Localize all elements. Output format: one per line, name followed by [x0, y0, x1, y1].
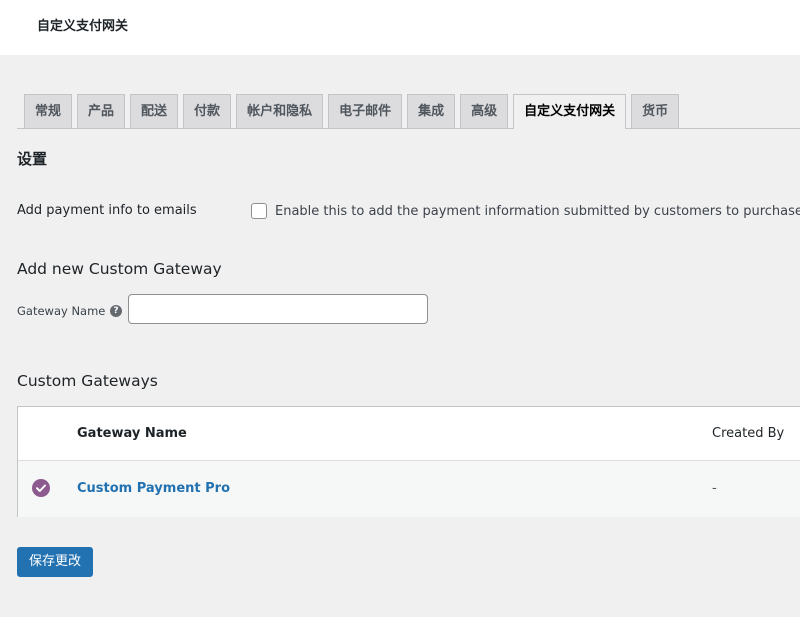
created-by-value: - [712, 481, 717, 496]
tab-currency[interactable]: 货币 [631, 94, 680, 128]
email-option-description: Enable this to add the payment informati… [275, 204, 800, 219]
custom-gateways-heading: Custom Gateways [17, 372, 158, 390]
check-circle-icon [32, 479, 50, 497]
save-button[interactable]: 保存更改 [17, 547, 94, 577]
gateway-name-label: Gateway Name [17, 304, 106, 318]
tab-custom-gateways[interactable]: 自定义支付网关 [513, 94, 627, 129]
email-option-label: Add payment info to emails [17, 203, 197, 218]
question-circle-icon[interactable]: ? [110, 305, 122, 317]
tab-accounts-privacy[interactable]: 帐户和隐私 [236, 94, 324, 128]
tab-general[interactable]: 常规 [24, 94, 73, 128]
gateway-name-link[interactable]: Custom Payment Pro [77, 481, 230, 496]
add-gateway-heading: Add new Custom Gateway [17, 260, 222, 278]
tab-shipping[interactable]: 配送 [130, 94, 179, 128]
gateways-table: Gateway Name Created By Custom Payment P… [17, 406, 800, 517]
gateway-name-input[interactable] [128, 294, 428, 324]
top-bar: 自定义支付网关 [0, 0, 800, 55]
tab-products[interactable]: 产品 [77, 94, 126, 128]
tab-advanced[interactable]: 高级 [460, 94, 509, 128]
tab-payments[interactable]: 付款 [183, 94, 232, 128]
tab-emails[interactable]: 电子邮件 [328, 94, 403, 128]
tab-integration[interactable]: 集成 [407, 94, 456, 128]
table-row: Custom Payment Pro - [18, 461, 800, 517]
column-gateway-name: Gateway Name [77, 426, 187, 441]
settings-heading: 设置 [17, 150, 48, 168]
page-title: 自定义支付网关 [37, 19, 129, 34]
table-header: Gateway Name Created By [18, 407, 800, 461]
column-created-by: Created By [712, 426, 785, 441]
tabs-divider [17, 128, 800, 129]
settings-tabs: 常规 产品 配送 付款 帐户和隐私 电子邮件 集成 高级 自定义支付网关 货币 [24, 94, 680, 129]
email-option-checkbox[interactable] [251, 203, 267, 219]
